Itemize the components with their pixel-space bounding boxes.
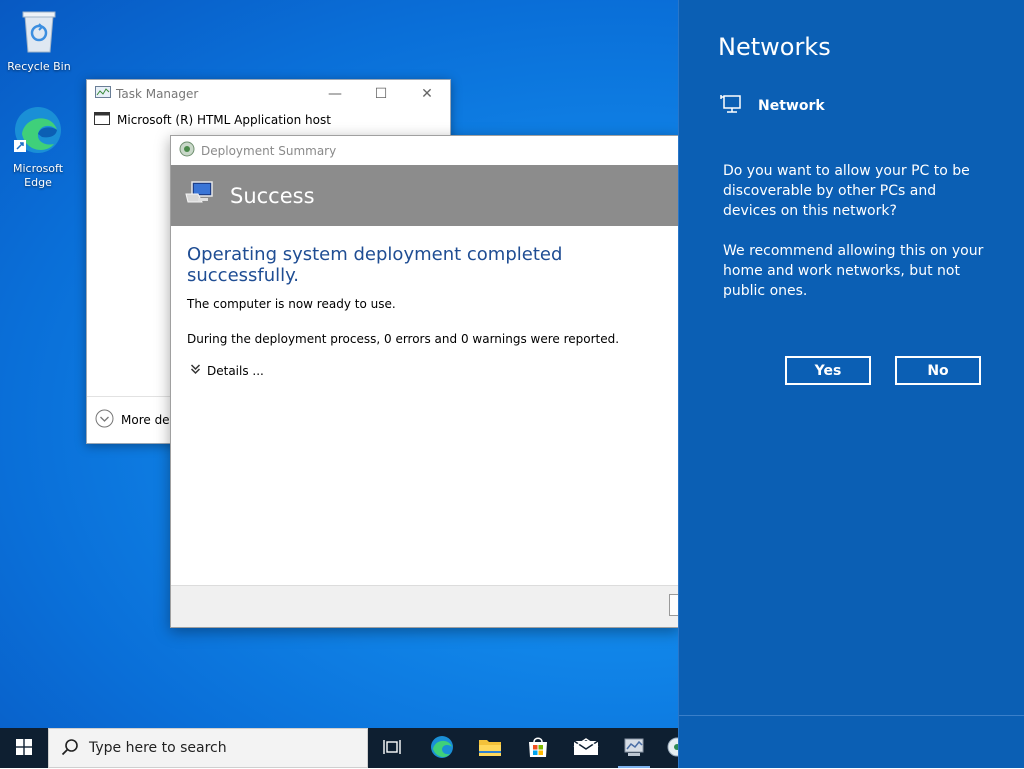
deployment-heading: Operating system deployment completed su… [187,244,563,286]
maximize-button[interactable]: ☐ [358,86,404,102]
network-item: Network [720,94,825,118]
media-button[interactable] [656,728,678,768]
store-button[interactable] [514,728,562,768]
details-label: Details ... [207,363,264,378]
task-view-button[interactable] [368,728,416,768]
deployment-window-icon [179,141,195,160]
edge-icon [4,104,72,160]
taskbar: Type here to search [0,728,678,768]
desktop-icon-label: Recycle Bin [7,60,71,73]
desktop-icon-recycle-bin[interactable]: Recycle Bin [4,8,74,74]
file-explorer-icon [478,737,502,760]
deployment-window-title: Deployment Summary [201,143,337,158]
deployment-titlebar[interactable]: Deployment Summary [171,136,679,165]
recommendation-text: We recommend allowing this on your home … [723,243,984,299]
desktop-icon-label: Microsoft Edge [12,162,64,189]
banner-title: Success [230,183,315,208]
deployment-footer [171,585,679,627]
mail-icon [573,737,599,759]
double-chevron-down-icon [190,363,201,378]
details-expander[interactable]: Details ... [187,363,663,378]
deployment-summary-window[interactable]: Deployment Summary Success Operating sys… [170,135,680,628]
discoverable-question: Do you want to allow your PC to be disco… [723,161,993,301]
process-name: Microsoft (R) HTML Application host [117,113,331,127]
computer-icon [184,180,214,211]
minimize-button[interactable]: — [312,86,358,102]
ethernet-icon [720,94,742,118]
task-manager-title: Task Manager [116,87,199,101]
success-banner: Success [171,165,679,226]
edge-taskbar-button[interactable] [418,728,466,768]
desktop-icon-microsoft-edge[interactable]: Microsoft Edge [4,104,72,190]
task-manager-icon [95,85,111,103]
taskbar-search-box[interactable]: Type here to search [48,728,368,768]
task-manager-titlebar[interactable]: Task Manager — ☐ ✕ [87,80,450,108]
networks-panel-footer [679,715,1024,769]
networks-title: Networks [718,33,831,61]
chevron-down-circle-icon [95,409,114,431]
file-explorer-button[interactable] [466,728,514,768]
networks-panel: Networks Network Do you want to allow yo… [678,0,1024,768]
no-button[interactable]: No [895,356,981,385]
process-icon [94,112,110,128]
mail-button[interactable] [562,728,610,768]
yes-button[interactable]: Yes [785,356,871,385]
search-icon [61,738,79,759]
media-icon [666,736,678,761]
ready-text: The computer is now ready to use. [187,297,396,311]
errors-warnings-text: During the deployment process, 0 errors … [187,332,620,346]
network-name: Network [758,98,825,114]
process-row[interactable]: Microsoft (R) HTML Application host [87,108,450,132]
recycle-bin-icon [4,8,74,58]
search-placeholder: Type here to search [89,740,227,756]
task-view-icon [383,739,401,758]
windows-logo-icon [16,738,32,758]
deployment-app-icon [622,736,646,761]
close-button[interactable]: ✕ [404,86,450,102]
store-icon [527,736,549,761]
start-button[interactable] [0,728,48,768]
edge-icon [429,734,455,763]
deployment-app-button[interactable] [610,728,658,768]
question-text: Do you want to allow your PC to be disco… [723,163,970,219]
